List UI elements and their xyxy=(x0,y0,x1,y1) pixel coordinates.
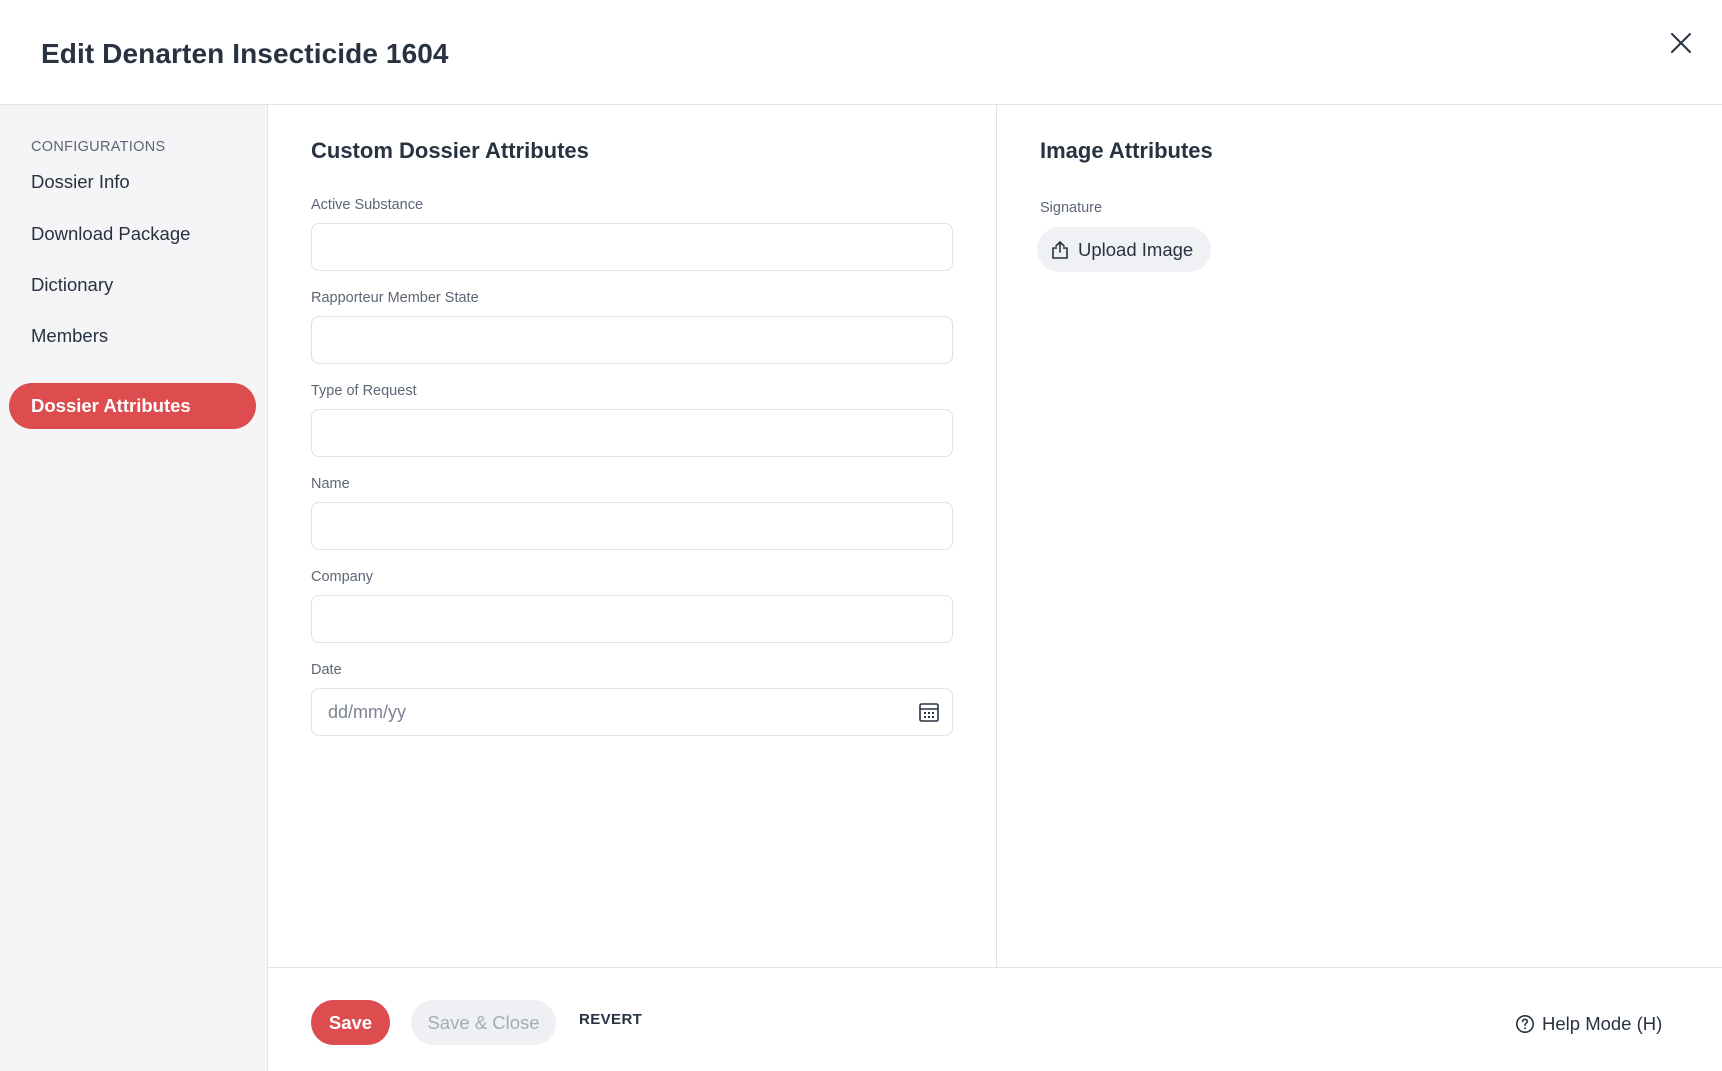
company-input[interactable] xyxy=(311,595,953,643)
upload-icon xyxy=(1052,240,1068,259)
type-of-request-label: Type of Request xyxy=(311,383,417,399)
save-button[interactable]: Save xyxy=(311,1000,390,1045)
rapporteur-member-state-input[interactable] xyxy=(311,316,953,364)
date-input[interactable] xyxy=(311,688,953,736)
help-mode-button[interactable]: Help Mode (H) xyxy=(1515,1001,1662,1046)
upload-image-label: Upload Image xyxy=(1078,238,1194,260)
sidebar-item-dossier-attributes[interactable]: Dossier Attributes xyxy=(9,383,256,429)
save-close-button[interactable]: Save & Close xyxy=(411,1000,556,1045)
type-of-request-input[interactable] xyxy=(311,409,953,457)
date-label: Date xyxy=(311,662,342,678)
dialog-header: Edit Denarten Insecticide 1604 xyxy=(0,0,1722,105)
main-content: Custom Dossier Attributes Active Substan… xyxy=(268,105,1722,967)
sidebar-item-label: Dossier Info xyxy=(31,171,130,192)
signature-label: Signature xyxy=(1040,200,1103,216)
sidebar-item-members[interactable]: Members xyxy=(9,313,256,359)
name-label: Name xyxy=(311,476,350,492)
image-attributes-title: Image Attributes xyxy=(1040,138,1213,163)
sidebar-item-label: Download Package xyxy=(31,223,191,244)
close-button[interactable] xyxy=(1664,26,1698,60)
sidebar-item-dossier-info[interactable]: Dossier Info xyxy=(9,159,256,205)
calendar-icon[interactable] xyxy=(918,701,940,723)
help-mode-label: Help Mode (H) xyxy=(1542,1012,1663,1034)
revert-button[interactable]: REVERT xyxy=(579,1011,642,1028)
sidebar-item-download-package[interactable]: Download Package xyxy=(9,211,256,257)
sidebar: CONFIGURATIONS Dossier Info Download Pac… xyxy=(0,105,268,1071)
sidebar-heading: CONFIGURATIONS xyxy=(31,139,166,155)
custom-attributes-title: Custom Dossier Attributes xyxy=(311,138,589,163)
rapporteur-member-state-label: Rapporteur Member State xyxy=(311,290,479,306)
close-icon xyxy=(1671,33,1691,53)
dialog-footer: Save Save & Close REVERT Help Mode (H) xyxy=(268,967,1722,1071)
active-substance-label: Active Substance xyxy=(311,197,424,213)
sidebar-item-label: Dictionary xyxy=(31,274,114,295)
help-circle-icon xyxy=(1516,1014,1534,1033)
page-title: Edit Denarten Insecticide 1604 xyxy=(41,38,449,69)
image-attributes-section: Image Attributes Signature Upload Image xyxy=(997,105,1722,967)
sidebar-item-label: Members xyxy=(31,325,109,346)
sidebar-item-label: Dossier Attributes xyxy=(31,395,191,416)
custom-attributes-section: Custom Dossier Attributes Active Substan… xyxy=(268,105,997,967)
sidebar-item-dictionary[interactable]: Dictionary xyxy=(9,262,256,308)
active-substance-input[interactable] xyxy=(311,223,953,271)
upload-image-button[interactable]: Upload Image xyxy=(1037,227,1211,272)
name-input[interactable] xyxy=(311,502,953,550)
company-label: Company xyxy=(311,569,374,585)
